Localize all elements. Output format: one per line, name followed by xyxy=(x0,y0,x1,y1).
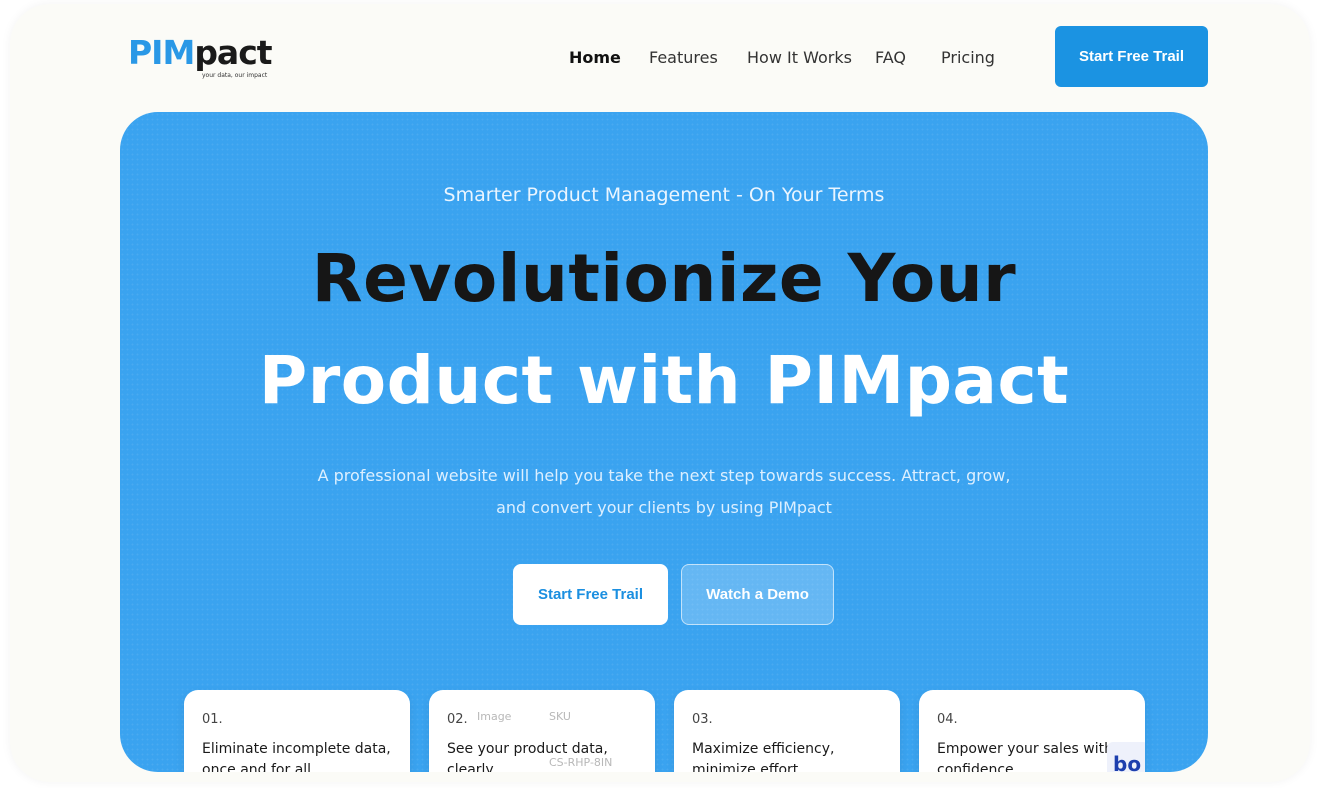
nav-pricing[interactable]: Pricing xyxy=(941,48,995,67)
feature-card-1[interactable]: 01. Eliminate incomplete data, once and … xyxy=(184,690,410,772)
brand-logo[interactable]: PIMpact your data, our impact xyxy=(128,33,273,80)
feature-card-number: 02. xyxy=(447,712,468,727)
logo-tagline: your data, our impact xyxy=(202,72,268,79)
hero-headline-line2: Product with PIMpact xyxy=(258,342,1070,419)
feature-card-4[interactable]: 04. Empower your sales with confidence. … xyxy=(919,690,1145,772)
feature-card-text: Eliminate incomplete data, once and for … xyxy=(202,741,391,772)
hero-headline-line1: Revolutionize Your xyxy=(311,240,1017,317)
feature-card-number: 04. xyxy=(937,712,958,727)
feature-card-3[interactable]: 03. Maximize efficiency, minimize effort… xyxy=(674,690,900,772)
hero-eyebrow: Smarter Product Management - On Your Ter… xyxy=(443,184,885,206)
ghost-image-label: Image xyxy=(477,710,512,723)
feature-card-2[interactable]: Image SKU CS-RHP-8IN 02. See your produc… xyxy=(429,690,655,772)
ghost-sku-label: SKU xyxy=(549,710,571,723)
page-frame: PIMpact your data, our impact Home Featu… xyxy=(10,4,1310,782)
nav-home[interactable]: Home xyxy=(569,48,621,67)
nav-features[interactable]: Features xyxy=(649,48,718,67)
feature-card-number: 01. xyxy=(202,712,223,727)
logo-wordmark: PIMpact xyxy=(128,33,273,72)
watch-demo-button[interactable]: Watch a Demo xyxy=(681,564,834,625)
partner-logo-icon: bo xyxy=(1107,742,1145,772)
feature-card-text: Maximize efficiency, minimize effort. xyxy=(692,741,835,772)
logo-part-pim: PIM xyxy=(128,33,195,72)
feature-card-text: Empower your sales with confidence. xyxy=(937,741,1113,772)
ghost-sku-value: CS-RHP-8IN xyxy=(549,756,613,769)
feature-card-number: 03. xyxy=(692,712,713,727)
nav-how-it-works[interactable]: How It Works xyxy=(747,48,852,67)
logo-part-pact: pact xyxy=(194,33,272,72)
hero-section: Smarter Product Management - On Your Ter… xyxy=(120,112,1208,772)
nav-faq[interactable]: FAQ xyxy=(875,48,906,67)
hero-start-free-trial-button[interactable]: Start Free Trail xyxy=(513,564,668,625)
hero-subtext: A professional website will help you tak… xyxy=(317,466,1011,517)
start-free-trial-button[interactable]: Start Free Trail xyxy=(1055,26,1208,87)
